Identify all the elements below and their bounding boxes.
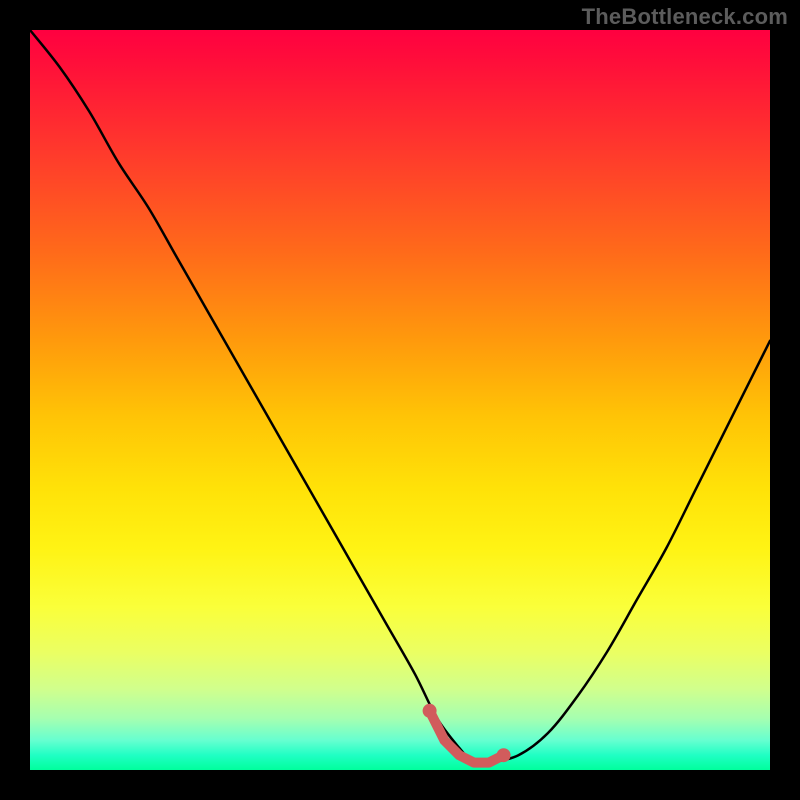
- optimal-range-line: [430, 711, 504, 763]
- optimal-range-endpoint: [497, 748, 511, 762]
- chart-frame: TheBottleneck.com: [0, 0, 800, 800]
- optimal-range-endpoint: [423, 704, 437, 718]
- curve-svg: [30, 30, 770, 770]
- plot-area: [30, 30, 770, 770]
- bottleneck-curve: [30, 30, 770, 764]
- optimal-range-markers: [423, 704, 511, 763]
- watermark-text: TheBottleneck.com: [582, 4, 788, 30]
